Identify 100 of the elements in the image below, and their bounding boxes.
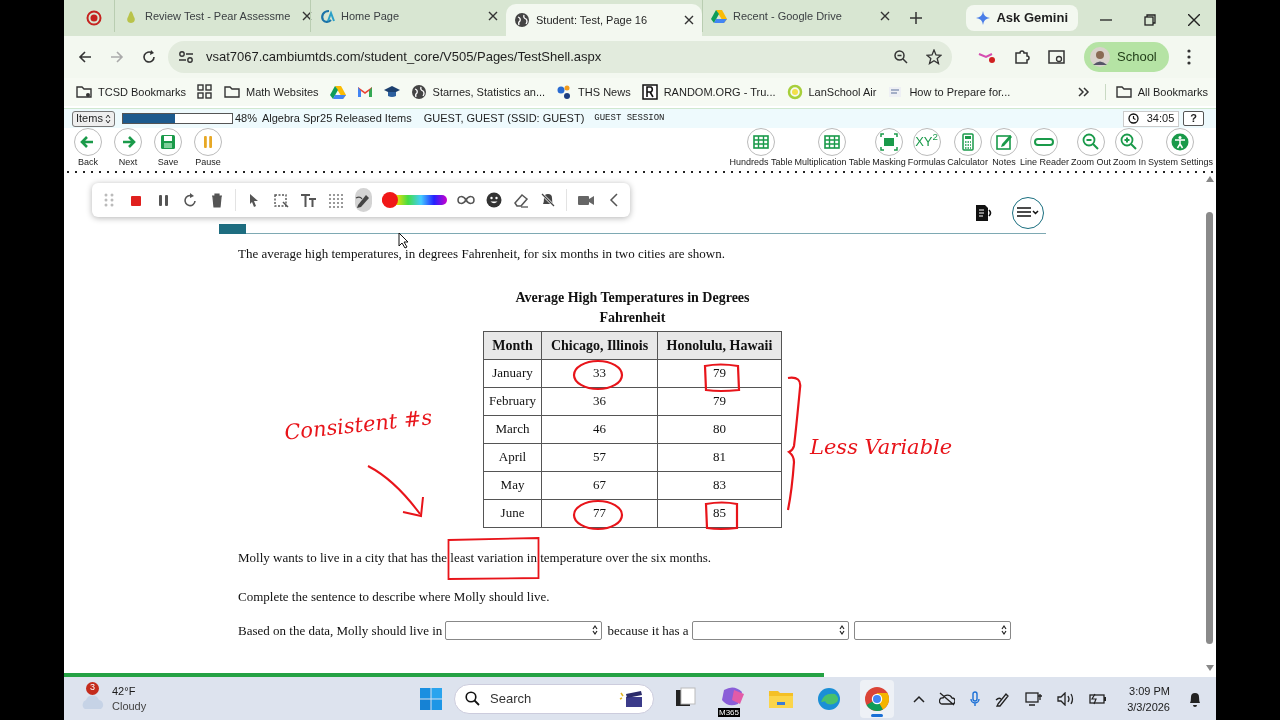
bookmark[interactable]: TCSD Bookmarks [76,83,187,101]
profile-button[interactable]: School [1084,42,1169,72]
line-reader-icon[interactable] [1030,128,1059,156]
toolbar-button[interactable] [354,188,372,212]
ink-box [704,501,739,531]
network-icon[interactable] [1025,690,1044,707]
restore-icon[interactable] [1144,14,1156,26]
dot-grid-icon [326,192,345,208]
table-cell: June [483,499,542,527]
tune-icon[interactable] [178,50,194,64]
close-icon[interactable] [488,11,498,21]
color-slider[interactable] [382,192,448,208]
table-cell: 33 [541,359,658,387]
close-icon[interactable] [302,11,313,21]
tool-label[interactable]: Hundreds Table [729,157,793,167]
table-cell: 46 [541,415,658,443]
plus-icon[interactable] [910,12,922,24]
chevron-up-icon[interactable] [913,694,926,703]
bookmark[interactable]: Starnes, Statistics an... [410,83,546,101]
search-field[interactable]: Search [454,683,654,714]
tool-label[interactable]: Zoom Out [1070,157,1111,167]
tool-label[interactable]: Back [78,157,98,167]
bookmark[interactable]: THS News [556,83,631,101]
answer-dropdown[interactable] [691,620,849,640]
tool-label[interactable]: Zoom In [1112,157,1146,167]
tool-label[interactable]: Line Reader [1019,157,1069,167]
battery-icon[interactable] [1089,692,1108,705]
bookmark[interactable]: RANDOM.ORG - Tru... [641,83,776,101]
close-icon[interactable] [684,15,694,25]
mail-icon[interactable] [356,84,373,100]
volume-icon[interactable] [1057,691,1076,706]
browser-tab[interactable]: Review Test - Pear Assessme [114,0,310,32]
bookmark[interactable]: LanSchool Air [786,83,877,101]
browser-tab[interactable]: Student: Test, Page 16 [506,4,702,36]
zoom-in-icon[interactable] [1115,128,1144,156]
clapperboard-icon [619,689,643,708]
drive-icon [711,8,727,24]
pen-icon [355,192,372,208]
graduation-cap-icon[interactable] [383,84,400,100]
masking-icon[interactable] [875,128,904,156]
tool-label[interactable]: Save [157,157,179,167]
scroll-up-icon[interactable] [1205,176,1214,182]
drive-icon[interactable] [329,84,346,100]
items-dropdown[interactable]: Items [72,110,115,127]
tool-label[interactable]: Pause [195,157,221,167]
more-icon[interactable] [1186,49,1191,65]
ink-circle [572,499,624,531]
chevrons-icon[interactable] [1077,87,1090,97]
tool-label[interactable]: Masking [872,157,906,167]
scroll-thumb[interactable] [1206,212,1213,644]
table-cell: 57 [541,443,658,471]
help-button[interactable]: ? [1183,111,1204,126]
browser-tab[interactable]: Recent - Google Drive [702,0,898,32]
save-icon[interactable] [154,128,182,156]
intro-text: The average high temperatures, in degrees Fahrenheit, for six months in two cities are shown. [238,245,726,263]
bookmark[interactable]: How to Prepare for... [887,83,1011,101]
scroll-down-icon[interactable] [1205,665,1214,671]
back-arrow-icon[interactable] [78,50,92,64]
tool-label[interactable]: Calculator [947,157,988,167]
close-icon[interactable] [1188,14,1200,26]
bell-icon[interactable] [1188,690,1202,707]
table-cell: February [483,387,542,415]
tool-label[interactable]: Next [118,157,138,167]
table-icon[interactable] [747,128,775,156]
accessibility-icon[interactable] [1166,128,1195,156]
table-cell: March [483,415,542,443]
address-bar[interactable]: vsat7067.cambiumtds.com/student_core/V505/Pages/TestShell.aspx [168,41,952,73]
cloud-off-icon[interactable] [939,691,956,706]
star-icon[interactable] [926,49,942,65]
close-icon[interactable] [880,11,890,21]
tool-label[interactable]: System Settings [1147,157,1213,167]
microphone-icon[interactable] [969,690,982,707]
tool-label[interactable]: Notes [992,157,1016,167]
globe-icon [410,84,427,100]
ask-button[interactable]: Ask Gemini [966,5,1078,31]
table-cell: 36 [541,387,658,415]
tool-label[interactable]: Multiplication Table [794,157,871,167]
text-to-speech-icon[interactable] [974,203,994,223]
tab-title: Student: Test, Page 16 [536,12,648,28]
updown-icon [1000,624,1007,637]
bookmark[interactable]: Math Websites [224,83,319,101]
scrollbar[interactable] [1203,174,1216,673]
puzzle-icon[interactable] [1014,49,1030,65]
formula-icon[interactable]: XY$^{2}$ [912,128,941,156]
answer-dropdown[interactable] [853,620,1011,640]
tab-title: Recent - Google Drive [733,8,842,24]
extension-icon[interactable] [978,50,996,64]
sentence-text: because it has a [607,621,689,640]
taskbar-app[interactable]: M365 [716,679,750,718]
start-icon[interactable] [420,687,442,710]
calculator-icon[interactable] [953,128,982,156]
bookmark[interactable]: All Bookmarks [1104,83,1208,101]
notes-icon[interactable] [989,128,1018,156]
tool-label[interactable]: Formulas [907,157,946,167]
table-icon[interactable] [818,128,847,156]
apps-icon[interactable] [197,84,214,100]
answer-dropdown[interactable] [445,620,603,640]
reload-icon[interactable] [142,50,156,64]
zoom-out-icon[interactable] [894,50,908,64]
tab-search-icon[interactable] [1048,49,1066,65]
